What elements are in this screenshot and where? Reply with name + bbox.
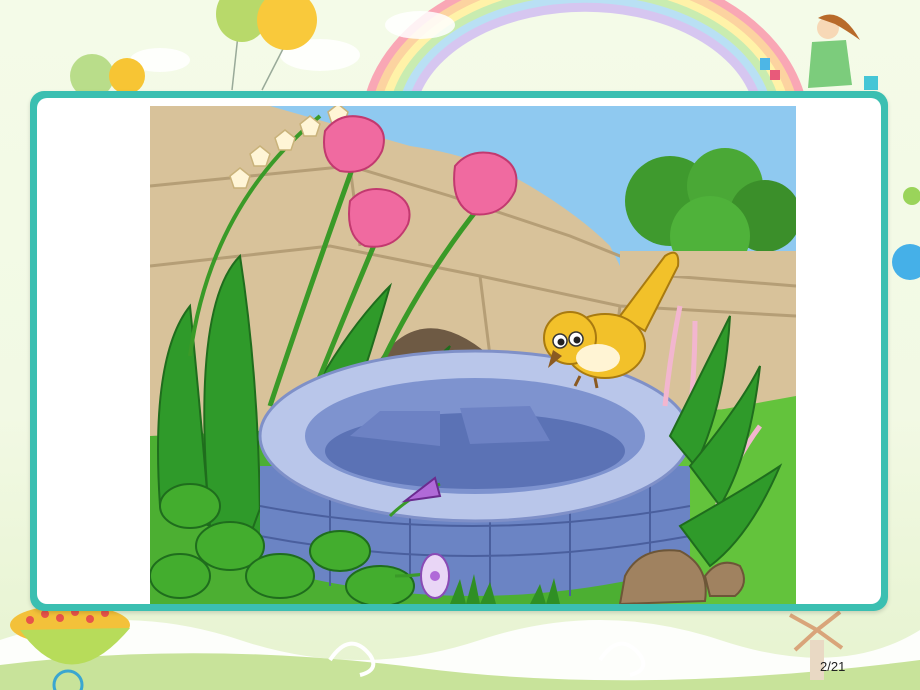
- page-number: 2/21: [820, 659, 846, 674]
- bird-well-illustration: [150, 106, 796, 604]
